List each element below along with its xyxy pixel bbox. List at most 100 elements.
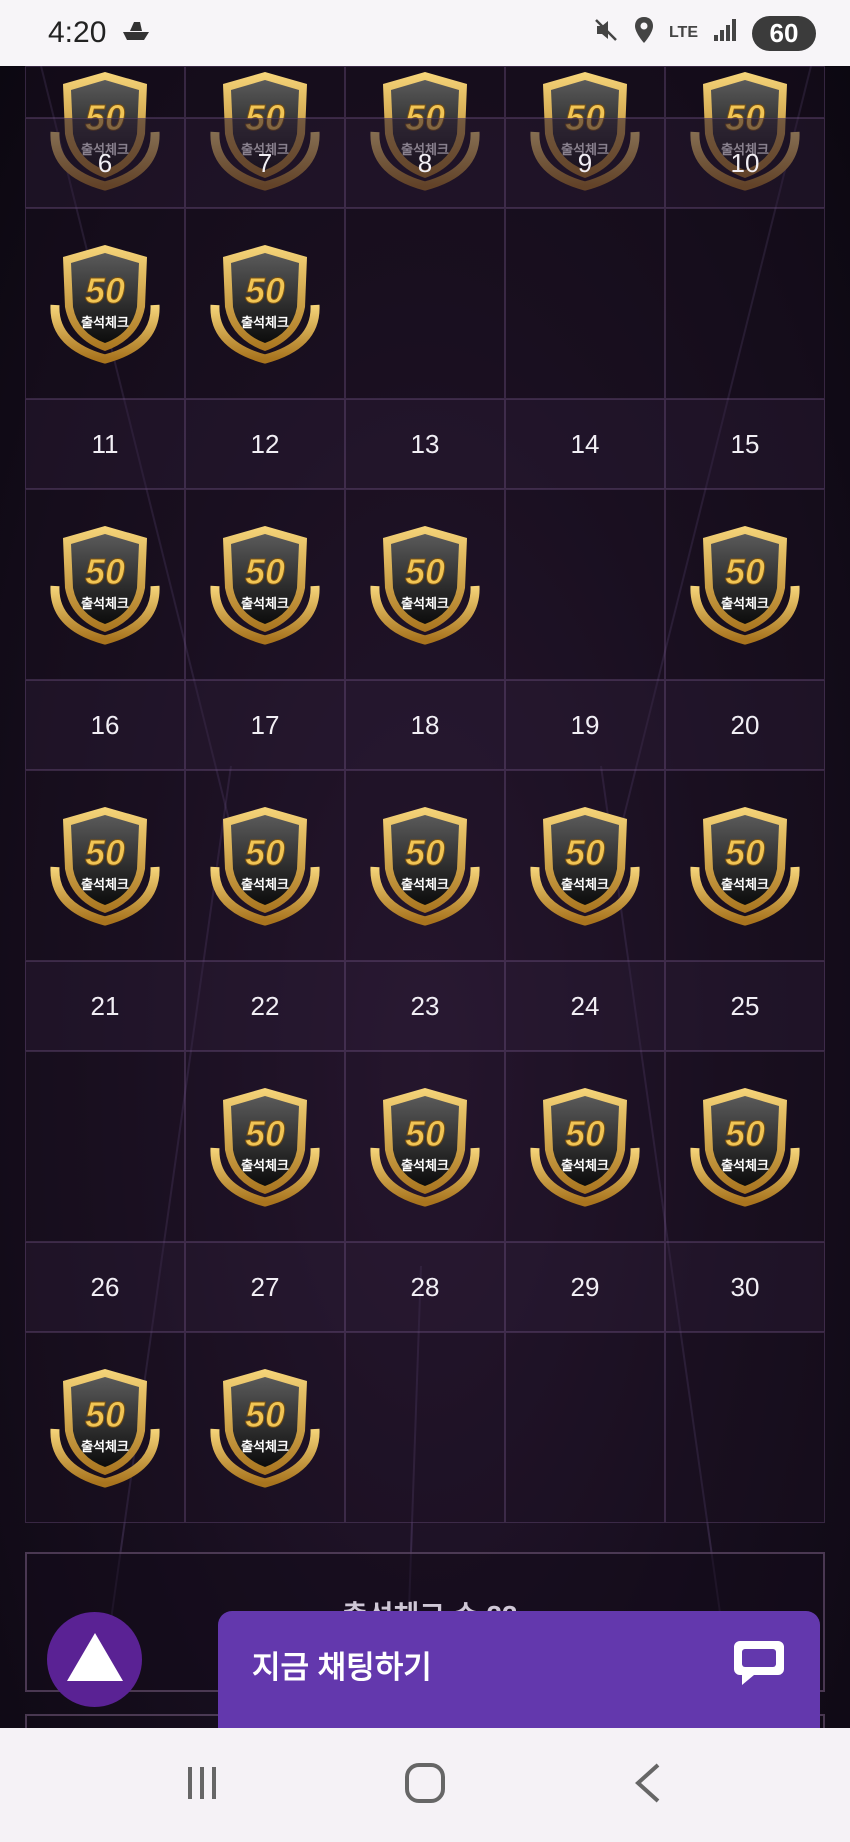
calendar-day-cell: 50 출석체크 [665, 489, 825, 680]
calendar-date-number: 28 [345, 1242, 505, 1332]
calendar-date-number: 20 [665, 680, 825, 770]
svg-text:50: 50 [245, 1113, 285, 1154]
calendar-date-row: 16 17 18 19 20 [25, 680, 825, 770]
calendar-date-number: 18 [345, 680, 505, 770]
home-button[interactable] [390, 1750, 460, 1820]
attendance-badge-icon: 50출석체크 [679, 516, 811, 653]
triangle-up-icon [65, 1631, 125, 1688]
calendar-day-cell [505, 1332, 665, 1523]
calendar-date-number: 16 [25, 680, 185, 770]
home-icon [403, 1761, 447, 1810]
svg-text:50: 50 [725, 832, 765, 873]
calendar-date-number: 30 [665, 1242, 825, 1332]
calendar-previous-week-row: 50출석체크50출석체크50출석체크50출석체크50출석체크 [25, 66, 825, 191]
calendar-date-row: 6 7 8 9 10 [25, 118, 825, 208]
previous-day-cell: 50출석체크 [505, 66, 665, 191]
lte-icon: LTE [668, 24, 698, 41]
signal-icon [712, 17, 738, 49]
attendance-badge-icon: 50 출석체크 [519, 1078, 651, 1215]
chat-now-label: 지금 채팅하기 [252, 1649, 432, 1685]
back-button[interactable] [613, 1750, 683, 1820]
svg-text:출석체크: 출석체크 [81, 877, 129, 893]
attendance-badge-icon: 50 출석체크 [39, 797, 171, 934]
attendance-calendar: 50출석체크50출석체크50출석체크50출석체크50출석체크 67891050출… [25, 66, 825, 1523]
attendance-badge-icon: 50출석체크 [39, 66, 171, 191]
calendar-day-cell: 50 출석체크 [345, 770, 505, 961]
previous-day-cell: 50출석체크 [25, 66, 185, 191]
svg-text:50: 50 [725, 551, 765, 592]
attendance-badge-icon: 50출석체크 [199, 235, 331, 372]
previous-day-cell: 50출석체크 [185, 66, 345, 191]
calendar-date-number: 10 [665, 118, 825, 208]
svg-text:50: 50 [245, 1394, 285, 1435]
svg-text:출석체크: 출석체크 [241, 1439, 289, 1455]
battery-icon: 60 [752, 15, 816, 51]
calendar-date-number: 11 [25, 399, 185, 489]
attendance-badge-icon: 50출석체크 [39, 516, 171, 653]
calendar-badge-row: 50 출석체크 50 출석체크 50 출석체크 50 출석체크 50 출석체크 [25, 770, 825, 961]
calendar-badge-row: 50 출석체크 50 출석체크 [25, 1332, 825, 1523]
svg-text:50: 50 [405, 551, 445, 592]
calendar-date-number: 27 [185, 1242, 345, 1332]
attendance-badge-icon: 50 출석체크 [199, 516, 331, 653]
chat-now-button[interactable]: 지금 채팅하기 [218, 1611, 820, 1731]
svg-text:50: 50 [565, 1113, 605, 1154]
calendar-day-cell: 50 출석체크 [665, 1051, 825, 1242]
calendar-day-cell: 50 출석체크 [185, 489, 345, 680]
calendar-day-cell: 50 출석체크 [345, 1051, 505, 1242]
recent-apps-icon [182, 1763, 222, 1808]
svg-text:50: 50 [85, 832, 125, 873]
svg-text:출석체크: 출석체크 [81, 1439, 129, 1455]
svg-text:50: 50 [85, 1394, 125, 1435]
boat-notification-icon [120, 16, 152, 50]
calendar-date-number: 19 [505, 680, 665, 770]
calendar-date-number: 22 [185, 961, 345, 1051]
calendar-date-number: 25 [665, 961, 825, 1051]
calendar-day-cell: 50 출석체크 [25, 208, 185, 399]
svg-text:50: 50 [565, 832, 605, 873]
svg-text:출석체크: 출석체크 [401, 596, 449, 612]
svg-text:출석체크: 출석체크 [561, 1158, 609, 1174]
calendar-date-row: 26 27 28 29 30 [25, 1242, 825, 1332]
calendar-date-number: 15 [665, 399, 825, 489]
attendance-badge-icon: 50출석체크 [199, 1078, 331, 1215]
calendar-badge-row: 50 출석체크 50 출석체크 50 출석체크 50 출석체크 [25, 1051, 825, 1242]
svg-text:50: 50 [245, 832, 285, 873]
svg-text:50: 50 [405, 832, 445, 873]
location-icon [633, 16, 655, 50]
calendar-date-number: 8 [345, 118, 505, 208]
svg-text:출석체크: 출석체크 [241, 877, 289, 893]
calendar-day-cell [345, 208, 505, 399]
calendar-day-cell: 50 출석체크 [25, 489, 185, 680]
svg-text:출석체크: 출석체크 [401, 1158, 449, 1174]
calendar-day-cell [665, 208, 825, 399]
attendance-badge-icon: 50 출석체크 [199, 797, 331, 934]
calendar-date-row: 11 12 13 14 15 [25, 399, 825, 489]
calendar-day-cell: 50 출석체크 [665, 770, 825, 961]
attendance-badge-icon: 50 출석체크 [359, 516, 491, 653]
svg-text:출석체크: 출석체크 [561, 877, 609, 893]
svg-text:출석체크: 출석체크 [241, 596, 289, 612]
calendar-day-cell: 50 출석체크 [185, 770, 345, 961]
calendar-day-cell: 50 출석체크 [185, 208, 345, 399]
chat-bubble-icon [732, 1637, 786, 1692]
calendar-day-cell: 50 출석체크 [185, 1051, 345, 1242]
svg-text:50: 50 [405, 1113, 445, 1154]
calendar-date-number: 9 [505, 118, 665, 208]
svg-text:50: 50 [245, 551, 285, 592]
back-icon [630, 1761, 666, 1810]
calendar-date-row: 21 22 23 24 25 [25, 961, 825, 1051]
attendance-badge-icon: 50출석체크 [679, 797, 811, 934]
calendar-date-number: 6 [25, 118, 185, 208]
scroll-top-button[interactable] [47, 1612, 142, 1707]
system-nav-bar [0, 1728, 850, 1842]
previous-day-cell: 50출석체크 [345, 66, 505, 191]
calendar-day-cell [665, 1332, 825, 1523]
svg-text:50: 50 [85, 270, 125, 311]
calendar-date-number: 23 [345, 961, 505, 1051]
svg-text:50: 50 [245, 270, 285, 311]
calendar-day-cell: 50 출석체크 [185, 1332, 345, 1523]
attendance-badge-icon: 50출석체크 [519, 66, 651, 191]
recent-apps-button[interactable] [167, 1750, 237, 1820]
calendar-day-cell: 50 출석체크 [345, 489, 505, 680]
